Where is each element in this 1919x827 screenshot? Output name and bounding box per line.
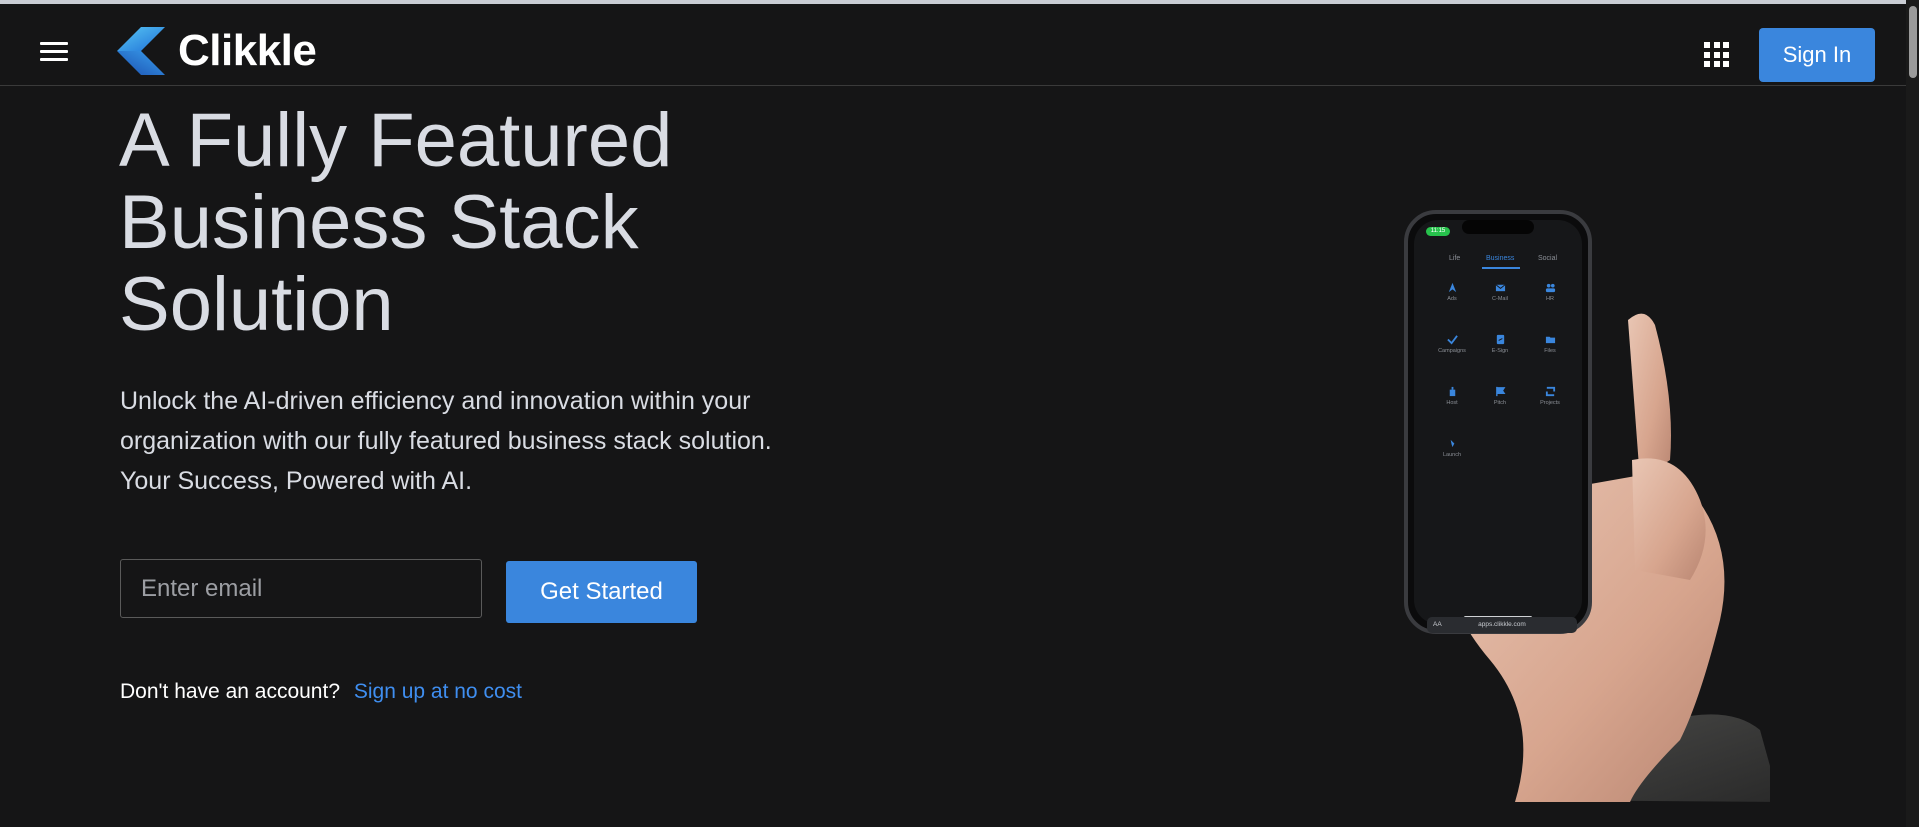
site-header: Clikkle Sign In <box>0 4 1906 86</box>
phone-app-host: Host <box>1430 386 1474 406</box>
apps-grid-icon[interactable] <box>1704 42 1729 67</box>
clikkle-logo-icon <box>117 27 165 75</box>
phone-app-ads: Ads <box>1430 282 1474 302</box>
phone-app-campaigns: Campaigns <box>1430 334 1474 354</box>
phone-screen: 11:15 Life Business Social Ads C-Mail HR… <box>1412 222 1584 633</box>
hero-description-line: organization with our fully featured bus… <box>120 427 772 455</box>
scrollbar-thumb[interactable] <box>1909 6 1917 78</box>
phone-app-launch: Launch <box>1430 438 1474 458</box>
phone-app-label: Pitch <box>1493 400 1507 406</box>
document-sign-icon <box>1496 334 1504 345</box>
phone-app-label: E-Sign <box>1491 348 1509 354</box>
phone-app-label: Launch <box>1442 452 1462 458</box>
phone-app-cmail: C-Mail <box>1478 282 1522 302</box>
get-started-button[interactable]: Get Started <box>506 561 697 623</box>
phone-app-pitch: Pitch <box>1478 386 1522 406</box>
ads-icon <box>1448 282 1456 293</box>
brand[interactable]: Clikkle <box>115 24 317 78</box>
hero-description-line: Your Success, Powered with AI. <box>120 467 473 495</box>
signup-link[interactable]: Sign up at no cost <box>354 680 522 703</box>
sign-in-button[interactable]: Sign In <box>1759 28 1875 82</box>
checkmark-icon <box>1446 335 1458 345</box>
phone-status-time: 11:15 <box>1426 227 1450 236</box>
phone-app-label: C-Mail <box>1492 296 1508 302</box>
brand-name: Clikkle <box>178 26 317 75</box>
phone-tab-life: Life <box>1449 255 1461 262</box>
projects-icon <box>1545 386 1555 397</box>
hero-title: A Fully Featured Business Stack Solution <box>119 100 819 346</box>
phone-app-files: Files <box>1528 334 1572 354</box>
phone-app-label: Projects <box>1540 400 1560 406</box>
hero-title-line: Solution <box>119 262 394 347</box>
phone-text-size-button: AA <box>1433 621 1442 628</box>
phone-url-text: apps.clikkle.com <box>1478 621 1526 628</box>
phone-app-label: HR <box>1546 296 1554 302</box>
phone-app-esign: E-Sign <box>1478 334 1522 354</box>
people-icon <box>1545 283 1555 293</box>
hero-title-line: Business Stack <box>119 180 639 265</box>
flag-icon <box>1495 386 1505 397</box>
signup-prompt: Don't have an account? <box>120 680 340 703</box>
phone-app-hr: HR <box>1528 282 1572 302</box>
phone-url-bar: AA apps.clikkle.com <box>1427 617 1577 633</box>
rocket-icon <box>1450 439 1454 448</box>
hamburger-menu-icon[interactable] <box>40 42 68 62</box>
phone-tab-business: Business <box>1486 255 1515 262</box>
phone-app-label: Ads <box>1447 296 1457 302</box>
phone-app-label: Host <box>1446 400 1458 406</box>
hero-title-line: A Fully Featured <box>119 98 673 183</box>
page-scrollbar[interactable] <box>1906 0 1919 827</box>
signup-row: Don't have an account? Sign up at no cos… <box>120 680 522 704</box>
phone-app-label: Files <box>1544 348 1556 354</box>
server-icon <box>1449 386 1455 397</box>
folder-icon <box>1545 336 1555 344</box>
phone-tab-social: Social <box>1538 255 1558 262</box>
email-input[interactable] <box>120 559 482 618</box>
hero-description-line: Unlock the AI-driven efficiency and inno… <box>120 387 751 415</box>
phone-app-label: Campaigns <box>1438 348 1466 354</box>
mail-icon <box>1495 284 1505 292</box>
hero-description: Unlock the AI-driven efficiency and inno… <box>120 381 900 501</box>
phone-tab-underline <box>1482 267 1520 269</box>
phone-app-projects: Projects <box>1528 386 1572 406</box>
hand-holding-phone-image: 11:15 Life Business Social Ads C-Mail HR… <box>1340 200 1770 802</box>
